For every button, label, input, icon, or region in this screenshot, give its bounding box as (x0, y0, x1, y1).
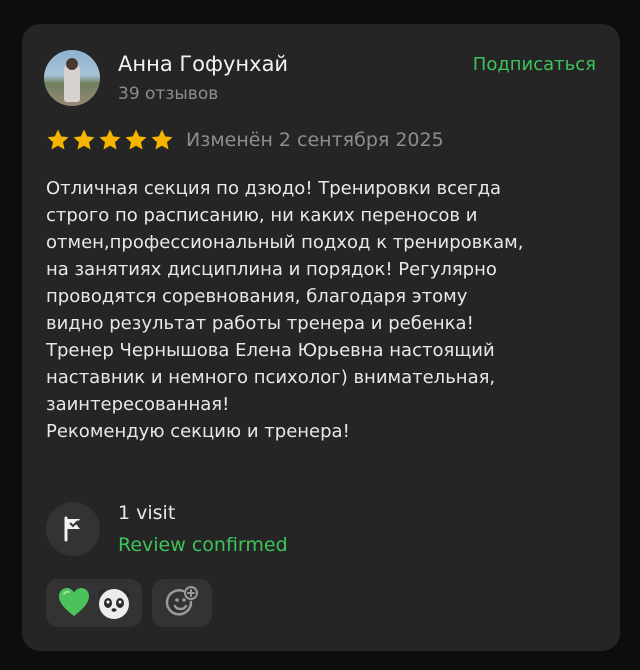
star-icon (99, 129, 121, 150)
flag-checkmark-icon (46, 502, 100, 556)
star-icon (151, 129, 173, 150)
review-card: Анна Гофунхай 39 отзывов Подписаться Изм… (22, 24, 620, 651)
rating-row: Изменён 2 сентября 2025 (46, 128, 444, 152)
reactions-group[interactable] (46, 579, 142, 627)
edited-date: Изменён 2 сентября 2025 (186, 129, 444, 151)
author-name[interactable]: Анна Гофунхай (118, 52, 288, 76)
review-text: Отличная секция по дзюдо! Тренировки все… (46, 178, 524, 442)
avatar[interactable] (44, 50, 100, 106)
author-reviews-count: 39 отзывов (118, 84, 219, 104)
add-reaction-button[interactable] (152, 579, 212, 627)
panda-emoji-icon (98, 589, 130, 619)
star-icon (73, 129, 95, 150)
star-rating (46, 128, 174, 152)
add-emoji-icon (165, 586, 198, 616)
subscribe-button[interactable]: Подписаться (473, 54, 596, 75)
green-heart-emoji-icon (59, 588, 89, 616)
visit-count: 1 visit (118, 502, 176, 524)
review-confirmed-label: Review confirmed (118, 534, 288, 556)
star-icon (47, 129, 69, 150)
star-icon (125, 129, 147, 150)
